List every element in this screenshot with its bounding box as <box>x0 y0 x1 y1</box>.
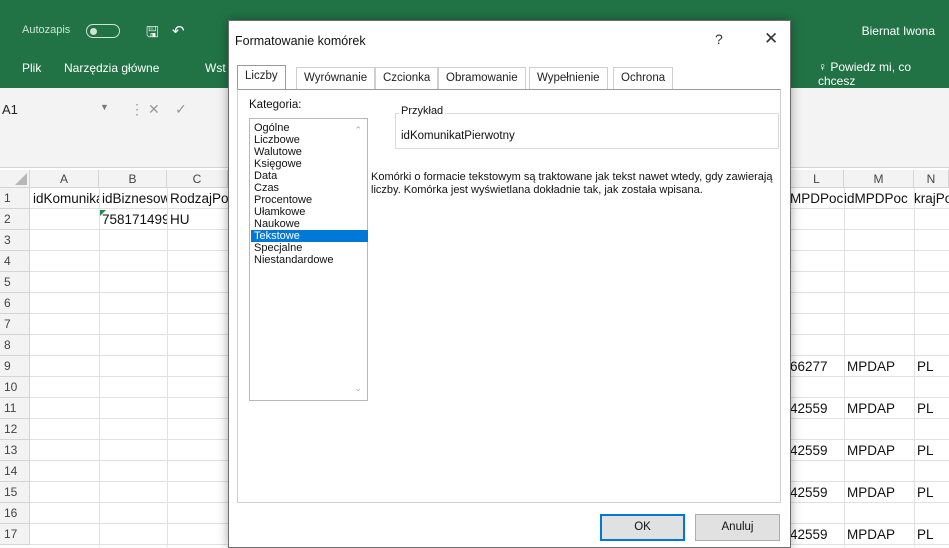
row-header[interactable]: 4 <box>0 251 30 272</box>
ok-button[interactable]: OK <box>600 514 685 541</box>
chevron-down-icon[interactable]: ▼ <box>100 102 109 112</box>
category-listbox[interactable]: Ogólne Liczbowe Walutowe Księgowe Data C… <box>249 118 368 401</box>
row-header[interactable]: 9 <box>0 356 30 377</box>
row-header[interactable]: 2 <box>0 209 30 230</box>
cancel-formula-icon[interactable]: ✕ <box>148 101 160 118</box>
cancel-button[interactable]: Anuluj <box>695 514 780 541</box>
cell-n1[interactable]: krajPo <box>914 188 949 209</box>
cell-n13[interactable]: PL <box>914 440 949 461</box>
row-header[interactable]: 10 <box>0 377 30 398</box>
cell-l1[interactable]: MPDPoc <box>790 188 844 209</box>
autosave-label: Autozapis <box>22 24 71 36</box>
cell-m17[interactable]: MPDAP <box>844 524 914 545</box>
cell-l13[interactable]: 42559 <box>790 440 844 461</box>
category-item[interactable]: Specjalne <box>251 242 368 254</box>
row-header[interactable]: 8 <box>0 335 30 356</box>
column-header-a[interactable]: A <box>30 170 99 188</box>
tell-me-label: Powiedz mi, co chcesz <box>818 60 912 88</box>
category-item[interactable]: Niestandardowe <box>251 254 368 266</box>
category-item[interactable]: Liczbowe <box>251 134 368 146</box>
row-header[interactable]: 16 <box>0 503 30 524</box>
row-header[interactable]: 15 <box>0 482 30 503</box>
cell-m15[interactable]: MPDAP <box>844 482 914 503</box>
cell-l11[interactable]: 42559 <box>790 398 844 419</box>
column-header-n[interactable]: N <box>914 170 949 188</box>
cell-n11[interactable]: PL <box>914 398 949 419</box>
cell-n15[interactable]: PL <box>914 482 949 503</box>
menu-file[interactable]: Plik <box>22 61 41 75</box>
cell-l9[interactable]: 66277 <box>790 356 844 377</box>
sample-group: Przykład idKomunikatPierwotny <box>385 105 779 155</box>
save-icon[interactable]: 🖫 <box>146 22 159 47</box>
cell-c1[interactable]: RodzajPo <box>167 188 228 209</box>
category-item[interactable]: Walutowe <box>251 146 368 158</box>
row-header[interactable]: 7 <box>0 314 30 335</box>
select-all-corner[interactable] <box>0 170 30 188</box>
row-header[interactable]: 3 <box>0 230 30 251</box>
row-header[interactable]: 17 <box>0 524 30 545</box>
cell-c2[interactable]: HU <box>167 209 228 230</box>
row-header[interactable]: 1 <box>0 188 30 209</box>
dialog-tabs: Liczby Wyrównanie Czcionka Obramowanie W… <box>237 65 781 89</box>
category-item-selected[interactable]: Tekstowe <box>251 230 368 242</box>
category-item[interactable]: Data <box>251 170 368 182</box>
cell-m1[interactable]: idMPDPoc <box>844 188 914 209</box>
tab-ochrona[interactable]: Ochrona <box>613 67 674 89</box>
tab-wypelnienie[interactable]: Wypełnienie <box>529 67 608 89</box>
tab-liczby[interactable]: Liczby <box>237 65 286 89</box>
column-header-m[interactable]: M <box>844 170 914 188</box>
close-icon[interactable]: ✕ <box>764 29 778 49</box>
tab-obramowanie[interactable]: Obramowanie <box>438 67 526 89</box>
row-header[interactable]: 11 <box>0 398 30 419</box>
category-item[interactable]: Ułamkowe <box>251 206 368 218</box>
error-indicator-icon[interactable] <box>100 210 106 216</box>
category-item[interactable]: Procentowe <box>251 194 368 206</box>
scroll-up-icon[interactable]: ⌃ <box>354 125 362 136</box>
sample-value: idKomunikatPierwotny <box>401 130 515 142</box>
cell-l15[interactable]: 42559 <box>790 482 844 503</box>
confirm-formula-icon[interactable]: ✓ <box>175 101 187 118</box>
help-icon[interactable]: ? <box>715 31 723 47</box>
cell-n17[interactable]: PL <box>914 524 949 545</box>
cell-n9[interactable]: PL <box>914 356 949 377</box>
row-header[interactable]: 13 <box>0 440 30 461</box>
row-header[interactable]: 5 <box>0 272 30 293</box>
tab-wyrownanie[interactable]: Wyrównanie <box>296 67 376 89</box>
autosave-toggle[interactable] <box>86 24 120 38</box>
cell-a1[interactable]: idKomunikatPierwotny <box>30 188 99 209</box>
column-header-l[interactable]: L <box>790 170 844 188</box>
cell-b2[interactable]: 758171499 <box>99 209 167 230</box>
lightbulb-icon: ♀ <box>818 60 831 74</box>
category-item[interactable]: Ogólne <box>251 122 368 134</box>
tab-czcionka[interactable]: Czcionka <box>375 67 439 89</box>
category-item[interactable]: Naukowe <box>251 218 368 230</box>
row-header[interactable]: 6 <box>0 293 30 314</box>
sample-label: Przykład <box>399 105 446 117</box>
category-item[interactable]: Księgowe <box>251 158 368 170</box>
column-header-c[interactable]: C <box>167 170 228 188</box>
cell-m11[interactable]: MPDAP <box>844 398 914 419</box>
user-name: Biernat Iwona <box>861 24 935 38</box>
undo-icon[interactable]: ↶ <box>172 22 185 40</box>
row-header[interactable]: 14 <box>0 461 30 482</box>
scroll-down-icon[interactable]: ⌄ <box>354 383 362 394</box>
category-label: Kategoria: <box>249 99 302 111</box>
cell-b1[interactable]: idBiznesowy <box>99 188 167 209</box>
cell-l17[interactable]: 42559 <box>790 524 844 545</box>
cell-m13[interactable]: MPDAP <box>844 440 914 461</box>
dialog-title: Formatowanie komórek <box>235 34 366 48</box>
more-options-icon: ⋮ <box>130 101 144 117</box>
row-header[interactable]: 12 <box>0 419 30 440</box>
column-header-b[interactable]: B <box>99 170 167 188</box>
format-cells-dialog: Formatowanie komórek ? ✕ Liczby Wyrównan… <box>228 20 791 548</box>
menu-insert[interactable]: Wst <box>205 61 226 75</box>
category-item[interactable]: Czas <box>251 182 368 194</box>
menu-home[interactable]: Narzędzia główne <box>64 61 159 75</box>
tell-me-search[interactable]: ♀ Powiedz mi, co chcesz <box>818 60 949 88</box>
format-description: Komórki o formacie tekstowym są traktowa… <box>371 171 773 196</box>
cell-m9[interactable]: MPDAP <box>844 356 914 377</box>
